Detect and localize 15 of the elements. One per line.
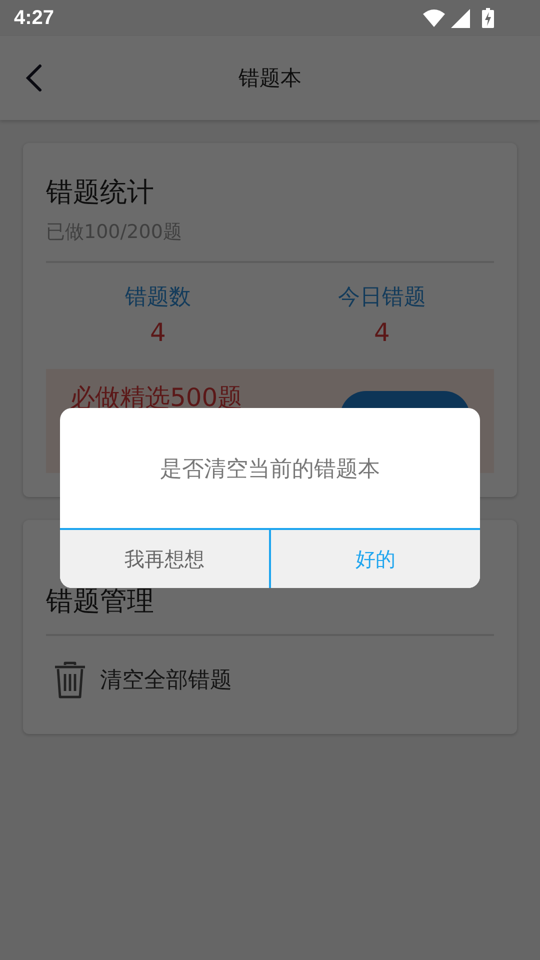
signal-icon [451, 8, 470, 28]
confirm-button[interactable]: 好的 [269, 530, 480, 588]
trash-icon [54, 661, 86, 699]
stat-value: 4 [149, 317, 167, 349]
stat-value: 4 [373, 317, 391, 349]
page-title: 错题本 [238, 65, 302, 92]
card-title: 错题管理 [46, 585, 155, 619]
card-title: 错题统计 [46, 176, 155, 210]
clock-time: 4:27 [14, 6, 54, 30]
stat-label: 错题数 [124, 284, 192, 312]
battery-charging-icon [482, 8, 494, 28]
dialog-message: 是否清空当前的错题本 [160, 456, 380, 484]
clear-all-item[interactable]: 清空全部错题 [46, 636, 494, 724]
wifi-icon [423, 9, 445, 27]
stat-label: 今日错题 [337, 284, 427, 312]
